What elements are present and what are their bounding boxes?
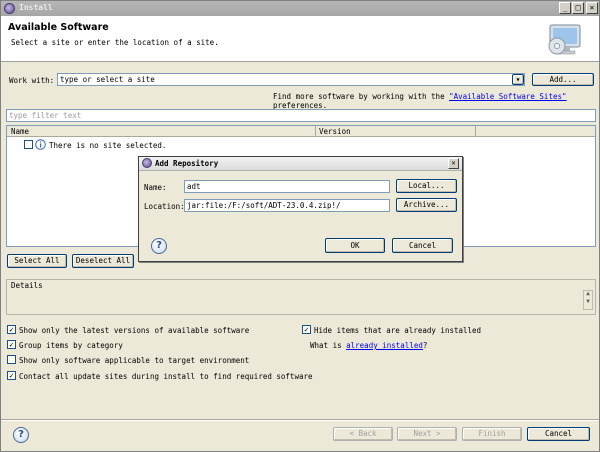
local-button[interactable]: Local... [396,179,457,193]
eclipse-icon [142,158,152,168]
title-bar[interactable]: Install _ □ ✕ [1,1,599,16]
already-installed-link[interactable]: already installed [346,341,423,350]
install-window: Install _ □ ✕ Available Software Select … [0,0,600,452]
row-name: There is no site selected. [49,141,167,150]
checkmark-icon[interactable]: ✓ [7,325,16,334]
info-icon [35,139,46,150]
scroll-down-icon[interactable]: ▼ [584,296,592,308]
name-value: adt [187,182,201,191]
location-label: Location: [144,202,185,211]
page-title: Available Software [8,22,109,33]
option-label: Contact all update sites during install … [19,372,313,381]
column-divider [475,126,476,137]
install-software-icon [548,24,581,55]
dialog-title: Add Repository [155,159,219,168]
work-with-combo[interactable]: type or select a site [57,73,525,86]
page-subtitle: Select a site or enter the location of a… [11,38,219,47]
add-repository-dialog: Add Repository ✕ Name: adt Local... Loca… [138,156,463,262]
option-label: Group items by category [19,341,123,350]
available-software-sites-link[interactable]: "Available Software Sites" [449,92,566,101]
empty-checkbox[interactable] [7,355,16,364]
next-button[interactable]: Next > [397,427,457,441]
close-button[interactable]: ✕ [586,2,598,14]
filter-input[interactable]: type filter text [6,109,596,122]
chevron-down-icon[interactable]: ▾ [512,74,524,85]
table-header: Name Version [7,126,595,137]
checkmark-icon[interactable]: ✓ [7,340,16,349]
details-scrollbar[interactable]: ▲ ▼ [583,290,593,310]
checkmark-icon[interactable]: ✓ [302,325,311,334]
add-site-button[interactable]: Add... [532,73,594,86]
row-checkbox[interactable] [24,140,33,149]
work-with-label: Work with: [9,76,55,85]
ok-button[interactable]: OK [325,238,385,253]
find-more-text: Find more software by working with the "… [273,92,599,110]
footer-separator [1,419,599,421]
minimize-button[interactable]: _ [559,2,571,14]
window-title: Install [19,3,53,12]
finish-button[interactable]: Finish [462,427,522,441]
column-divider [315,126,316,137]
help-icon[interactable]: ? [13,427,29,443]
maximize-button[interactable]: □ [572,2,584,14]
archive-button[interactable]: Archive... [396,198,457,212]
column-version[interactable]: Version [319,127,351,136]
checkmark-icon[interactable]: ✓ [7,371,16,380]
column-name[interactable]: Name [11,127,29,136]
details-label: Details [11,281,43,290]
option-label: Hide items that are already installed [314,326,482,335]
back-button[interactable]: < Back [333,427,393,441]
location-value: jar:file:/F:/soft/ADT-23.0.4.zip!/ [187,201,341,210]
what-is-suffix: ? [422,341,428,350]
option-label: Show only the latest versions of availab… [19,326,250,335]
what-is-installed-text: What is already installed? [310,341,427,350]
name-label: Name: [144,183,167,192]
dialog-close-button[interactable]: ✕ [448,158,459,169]
dialog-help-icon[interactable]: ? [151,238,167,254]
dialog-title-bar[interactable]: Add Repository ✕ [139,157,462,171]
cancel-button[interactable]: Cancel [527,427,590,441]
what-is-prefix: What is [310,341,342,350]
wizard-header: Available Software Select a site or ente… [1,16,599,62]
eclipse-icon [4,3,15,14]
find-more-prefix: Find more software by working with the [273,92,445,101]
filter-placeholder: type filter text [9,111,82,120]
details-group: Details ▲ ▼ [6,279,596,315]
work-with-value: type or select a site [60,75,155,84]
deselect-all-button[interactable]: Deselect All [72,254,134,268]
option-label: Show only software applicable to target … [19,356,250,365]
location-field[interactable]: jar:file:/F:/soft/ADT-23.0.4.zip!/ [184,199,390,212]
select-all-button[interactable]: Select All [7,254,67,268]
name-field[interactable]: adt [184,180,390,193]
dialog-cancel-button[interactable]: Cancel [392,238,453,253]
